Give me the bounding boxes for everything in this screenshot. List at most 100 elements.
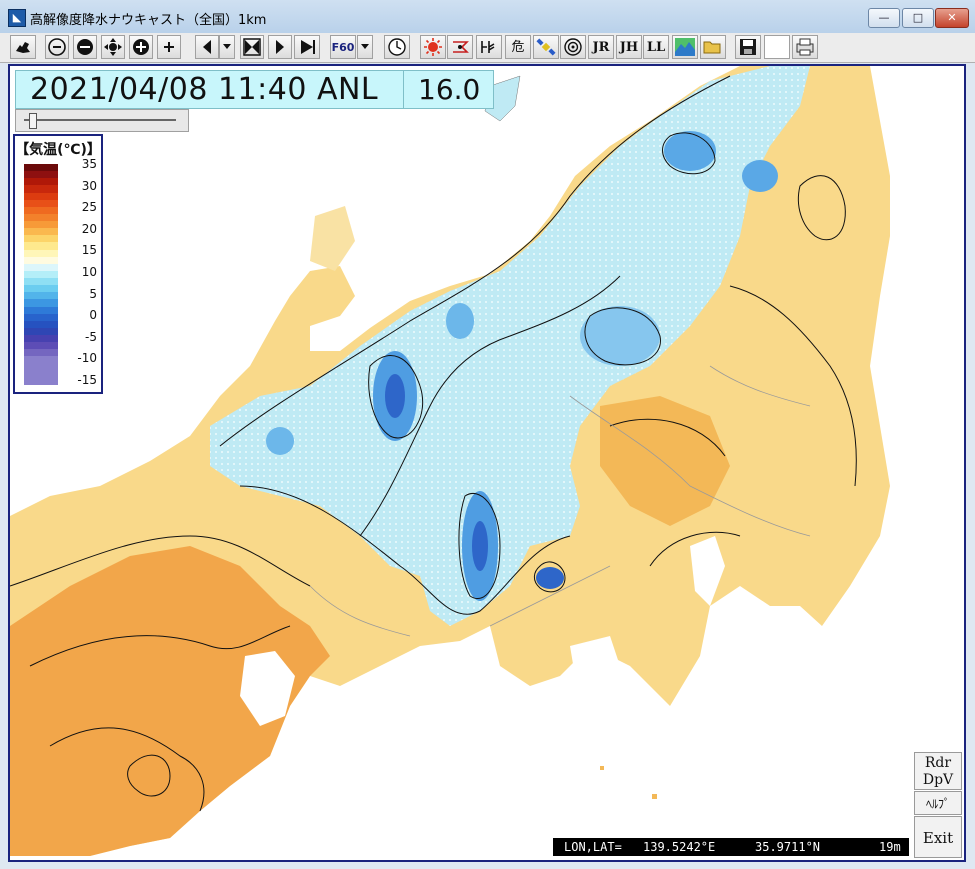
legend-swatch (24, 320, 58, 328)
legend-swatch (24, 213, 58, 221)
zoom-out-small-icon[interactable] (45, 35, 69, 59)
step-back-dropdown-icon[interactable] (219, 35, 235, 59)
legend-swatch (24, 192, 58, 200)
legend-color-bar (24, 164, 58, 385)
play-icon[interactable] (294, 35, 320, 59)
legend-swatch (24, 278, 58, 286)
legend-swatch (24, 242, 58, 250)
open-folder-icon[interactable] (700, 35, 726, 59)
radar-depth-button[interactable]: Rdr DpV (914, 752, 962, 790)
minimize-button[interactable]: — (868, 8, 900, 28)
cold-core-haku (266, 427, 294, 455)
zoom-out-icon[interactable] (73, 35, 97, 59)
legend-tick-label: -5 (85, 329, 97, 344)
legend-tick-label: -10 (77, 351, 97, 366)
legend-tick-label: 35 (81, 157, 97, 171)
lonlat-label: LON,LAT= (564, 840, 622, 854)
legend-swatch (24, 171, 58, 179)
value-display: 16.0 (403, 70, 494, 109)
zoom-in-icon[interactable] (129, 35, 153, 59)
cold-core-north (664, 131, 716, 171)
help-button[interactable]: ﾍﾙﾌﾟ (914, 791, 962, 815)
legend-tick-label: 0 (89, 308, 97, 323)
cold-core-west (446, 303, 474, 339)
map-viewport[interactable]: 2021/04/08 11:40 ANL 16.0 【気温(℃)】 35 30 25… (8, 64, 966, 862)
legend-tick-label: 5 (89, 286, 97, 301)
forecast-dropdown-icon[interactable] (357, 35, 373, 59)
legend-swatch (24, 285, 58, 293)
legend-swatch (24, 377, 58, 385)
legend-swatch (24, 270, 58, 278)
legend-tick-label: 15 (81, 243, 97, 258)
sun-icon[interactable] (420, 35, 446, 59)
legend-swatch (24, 199, 58, 207)
window-title: 高解像度降水ナウキャスト（全国）1km (30, 13, 267, 28)
print-icon[interactable] (792, 35, 818, 59)
target-icon[interactable] (560, 35, 586, 59)
latitude-value: 35.9711°N (755, 840, 821, 854)
jh-button[interactable]: JH (616, 35, 642, 59)
legend-swatch (24, 185, 58, 193)
clock-icon[interactable] (384, 35, 410, 59)
typhoon-icon[interactable] (447, 35, 473, 59)
legend-tick-label: -15 (77, 373, 97, 387)
temperature-legend: 【気温(℃)】 35 30 25 20 15 10 5 0 -5 -10 -15 (13, 134, 103, 394)
legend-swatch (24, 335, 58, 343)
satellite-icon[interactable] (533, 35, 559, 59)
maximize-button[interactable]: □ (902, 8, 934, 28)
slider-track (24, 119, 176, 121)
noto-peninsula (310, 206, 355, 271)
blank-page-icon[interactable] (764, 35, 790, 59)
wind-icon[interactable] (476, 35, 502, 59)
ll-button[interactable]: LL (643, 35, 669, 59)
legend-swatch (24, 363, 58, 371)
legend-swatch (24, 249, 58, 257)
rdr-label: Rdr (924, 755, 952, 771)
legend-swatch (24, 164, 58, 172)
slider-thumb[interactable] (28, 113, 37, 129)
danger-button[interactable]: 危 (505, 35, 531, 59)
toolbar: F60 危 JR JH LL (0, 33, 975, 63)
app-icon: ◣ (8, 9, 26, 27)
dpv-label: DpV (922, 772, 954, 788)
legend-tick-label: 20 (81, 221, 97, 236)
legend-swatch (24, 206, 58, 214)
forecast-60-button[interactable]: F60 (330, 35, 356, 59)
legend-swatch (24, 327, 58, 335)
jr-button[interactable]: JR (588, 35, 614, 59)
legend-swatch (24, 221, 58, 229)
pan-move-icon[interactable] (101, 35, 125, 59)
suruga-bay (570, 636, 620, 691)
legend-swatch (24, 349, 58, 357)
temperature-map[interactable] (10, 66, 964, 860)
legend-swatch (24, 342, 58, 350)
datetime-display: 2021/04/08 11:40 ANL (15, 70, 404, 109)
terrain-icon[interactable] (672, 35, 698, 59)
value-text: 16.0 (418, 73, 481, 106)
zoom-in-small-icon[interactable] (157, 35, 181, 59)
elevation-value: 19m (879, 840, 901, 854)
legend-tick-label: 10 (81, 265, 97, 279)
cold-core-kiso-inner (472, 521, 488, 571)
legend-swatch (24, 178, 58, 186)
title-bar: ◣ 高解像度降水ナウキャスト（全国）1km — □ ✕ (0, 0, 975, 34)
legend-tick-label: 25 (81, 200, 97, 215)
cold-core-fuji (536, 567, 564, 589)
close-button[interactable]: ✕ (935, 8, 969, 28)
legend-swatch (24, 263, 58, 271)
legend-swatch (24, 306, 58, 314)
legend-tick-label: 30 (81, 178, 97, 193)
legend-swatch (24, 356, 58, 364)
coordinate-readout: LON,LAT= 139.5242°E 35.9711°N 19m (553, 838, 909, 856)
exit-button[interactable]: Exit (914, 816, 962, 858)
latest-frame-icon[interactable] (240, 35, 264, 59)
time-slider[interactable] (15, 109, 189, 132)
legend-swatch (24, 370, 58, 378)
legend-swatch (24, 299, 58, 307)
longitude-value: 139.5242°E (643, 840, 716, 854)
step-back-icon[interactable] (195, 35, 219, 59)
legend-title: 【気温(℃)】 (15, 142, 101, 158)
map-area-icon[interactable] (10, 35, 36, 59)
step-forward-icon[interactable] (268, 35, 292, 59)
save-icon[interactable] (735, 35, 761, 59)
